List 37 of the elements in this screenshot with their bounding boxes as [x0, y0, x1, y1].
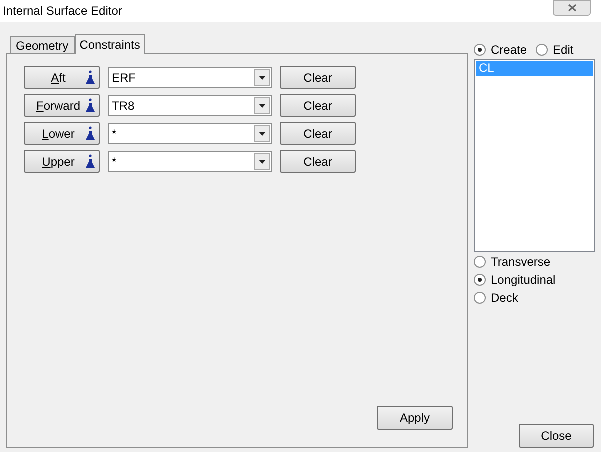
- radio-button[interactable]: [474, 292, 486, 304]
- clear-button[interactable]: Clear: [280, 122, 356, 145]
- combo-box[interactable]: *: [108, 123, 272, 144]
- radio-label: Longitudinal: [491, 272, 556, 289]
- radio-button[interactable]: [474, 256, 486, 268]
- dropdown-arrow-icon: [258, 132, 266, 136]
- dropdown-arrow-icon: [258, 160, 266, 164]
- flask-icon: [86, 154, 95, 169]
- close-dialog-button[interactable]: Close: [519, 424, 594, 448]
- radio-label: Transverse: [491, 254, 551, 271]
- radio-button[interactable]: [474, 44, 486, 56]
- flask-icon: [86, 126, 95, 141]
- flask-icon: [86, 70, 95, 85]
- pick-button[interactable]: Aft: [24, 66, 100, 89]
- clear-button[interactable]: Clear: [280, 94, 356, 117]
- combo-box[interactable]: ERF: [108, 67, 272, 88]
- window-title: Internal Surface Editor: [3, 3, 122, 20]
- close-icon: [568, 4, 576, 12]
- radio-button[interactable]: [536, 44, 548, 56]
- combo-box[interactable]: *: [108, 151, 272, 172]
- clear-button[interactable]: Clear: [280, 66, 356, 89]
- radio-button[interactable]: [474, 274, 486, 286]
- radio-label: Create: [491, 42, 528, 59]
- close-button[interactable]: [553, 0, 591, 16]
- tab[interactable]: Geometry: [10, 36, 75, 53]
- tab[interactable]: Constraints: [74, 34, 146, 54]
- dropdown-arrow-icon: [258, 104, 266, 108]
- apply-button[interactable]: Apply: [377, 406, 453, 430]
- clear-button[interactable]: Clear: [280, 150, 356, 173]
- radio-label: Deck: [491, 290, 518, 307]
- flask-icon: [86, 98, 95, 113]
- pick-button[interactable]: Forward: [24, 94, 100, 117]
- radio-label: Edit: [553, 42, 574, 59]
- pick-button[interactable]: Upper: [24, 150, 100, 173]
- combo-box[interactable]: TR8: [108, 95, 272, 116]
- dropdown-arrow-icon: [258, 76, 266, 80]
- pick-button[interactable]: Lower: [24, 122, 100, 145]
